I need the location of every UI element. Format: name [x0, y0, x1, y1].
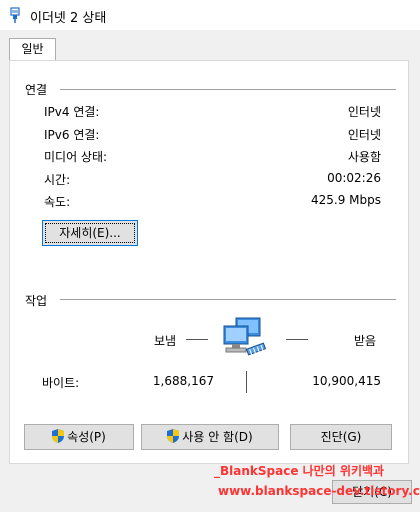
- disable-button[interactable]: 사용 안 함(D): [141, 424, 279, 450]
- bytes-label: 바이트:: [42, 376, 80, 390]
- bytes-separator: [246, 371, 247, 393]
- disable-button-label: 사용 안 함(D): [182, 430, 253, 444]
- speed-value: 425.9 Mbps: [310, 193, 381, 207]
- activity-group-title: 작업: [25, 294, 48, 308]
- diagnose-button[interactable]: 진단(G): [290, 424, 392, 450]
- watermark-line2: www.blankspace-dev.tistory.com: [218, 484, 420, 498]
- network-status-dialog: 이더넷 2 상태 일반 연결 IPv4 연결: 인터넷 IPv6 연결: 인터넷…: [0, 0, 420, 512]
- ipv6-label: IPv6 연결:: [44, 128, 100, 142]
- received-dash: [286, 339, 308, 340]
- ipv4-label: IPv4 연결:: [44, 105, 100, 119]
- connection-group-title: 연결: [25, 83, 48, 97]
- ipv6-value: 인터넷: [347, 128, 381, 142]
- tab-panel-general: [9, 60, 409, 464]
- sent-dash: [186, 339, 208, 340]
- speed-label: 속도:: [44, 195, 71, 209]
- received-bytes-value: 10,900,415: [312, 374, 381, 388]
- sent-bytes-value: 1,688,167: [152, 374, 214, 388]
- ipv4-value: 인터넷: [347, 105, 381, 119]
- watermark-line1: _BlankSpace 나만의 위키백과: [214, 464, 385, 478]
- network-adapter-icon: [10, 7, 20, 23]
- window-title: 이더넷 2 상태: [30, 11, 107, 26]
- received-label: 받음: [354, 334, 377, 348]
- network-computers-icon: [223, 317, 267, 356]
- activity-divider: [60, 299, 396, 300]
- properties-button-label: 속성(P): [67, 430, 106, 444]
- duration-label: 시간:: [44, 173, 71, 187]
- uac-shield-icon: [167, 429, 180, 443]
- details-button[interactable]: 자세히(E)...: [42, 220, 138, 246]
- media-state-value: 사용함: [347, 150, 381, 164]
- uac-shield-icon: [52, 429, 65, 443]
- sent-label: 보냄: [154, 334, 177, 348]
- tab-general[interactable]: 일반: [9, 38, 56, 60]
- connection-divider: [60, 89, 396, 90]
- properties-button[interactable]: 속성(P): [24, 424, 134, 450]
- title-bar: 이더넷 2 상태: [0, 0, 420, 30]
- media-state-label: 미디어 상태:: [44, 150, 108, 164]
- duration-value: 00:02:26: [327, 171, 381, 185]
